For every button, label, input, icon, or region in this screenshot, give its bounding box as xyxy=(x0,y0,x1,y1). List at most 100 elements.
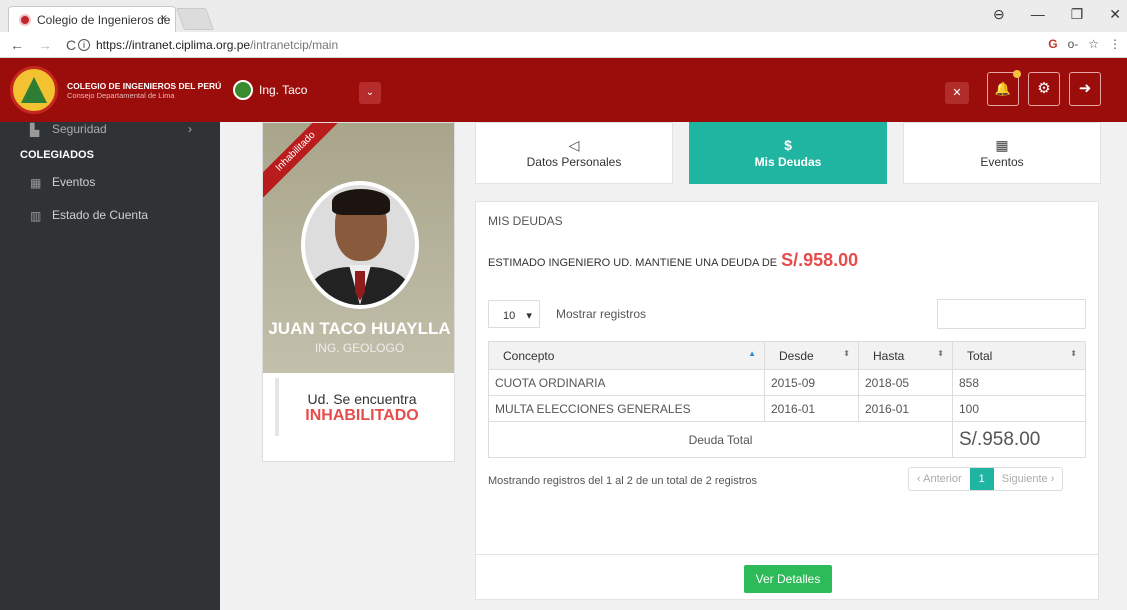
sidebar-section-heading: COLEGIADOS xyxy=(20,149,94,161)
org-name-line2: Consejo Departamental de Lima xyxy=(67,91,175,100)
tab-eventos[interactable]: ▦ Eventos xyxy=(903,122,1101,184)
column-label: Total xyxy=(967,348,993,363)
total-label: Deuda Total xyxy=(488,421,953,458)
dropdown-arrow-icon: ▾ xyxy=(526,310,532,322)
pagination-info: Mostrando registros del 1 al 2 de un tot… xyxy=(488,475,758,487)
new-tab-button[interactable] xyxy=(175,8,215,30)
cell-hasta: 2018-05 xyxy=(858,369,953,396)
column-header-hasta[interactable]: Hasta ⬍ xyxy=(858,341,953,370)
column-label: Desde xyxy=(779,348,814,363)
debts-table: Concepto ▲ Desde ⬍ Hasta ⬍ Total ⬍ CUOTA ORD… xyxy=(488,341,1086,458)
profile-name: JUAN TACO HUAYLLA xyxy=(268,319,451,338)
browser-tab[interactable]: Colegio de Ingenieros de × xyxy=(8,6,176,32)
page-length-value: 10 xyxy=(503,310,516,322)
reload-icon[interactable]: C xyxy=(66,37,76,53)
browser-tab-bar: Colegio de Ingenieros de × ⊖ — ❐ ✕ xyxy=(0,0,1127,32)
maximize-button[interactable]: ❐ xyxy=(1071,6,1084,23)
status-message: Ud. Se encuentra INHABILITADO xyxy=(275,378,445,436)
favicon-icon xyxy=(19,13,31,26)
panel-title: MIS DEUDAS xyxy=(488,214,563,228)
prev-page-button[interactable]: ‹ Anterior xyxy=(909,468,970,490)
close-window-button[interactable]: ✕ xyxy=(1109,6,1121,23)
address-bar: ← → C i https://intranet.ciplima.org.pe/… xyxy=(0,32,1127,58)
cell-concepto: CUOTA ORDINARIA xyxy=(488,369,765,396)
tab-close-icon[interactable]: × xyxy=(160,11,167,25)
org-name: COLEGIO DE INGENIEROS DEL PERÚ Consejo D… xyxy=(67,81,221,101)
address-bar-icons: G o- ☆ ⋮ xyxy=(1048,37,1121,51)
sort-asc-icon: ▲ xyxy=(748,348,756,358)
account-icon[interactable]: ⊖ xyxy=(993,6,1005,23)
debt-message: ESTIMADO INGENIERO UD. MANTIENE UNA DEUD… xyxy=(488,250,858,271)
info-icon[interactable]: i xyxy=(78,39,90,51)
key-icon[interactable]: o- xyxy=(1068,37,1079,51)
total-row: Deuda Total S/.958.00 xyxy=(488,421,1086,458)
column-header-concepto[interactable]: Concepto ▲ xyxy=(488,341,765,370)
bell-icon[interactable]: 🔔 xyxy=(987,70,1021,106)
sidebar-item-seguridad[interactable]: ▙ Seguridad › xyxy=(30,122,192,137)
table-row: CUOTA ORDINARIA 2015-09 2018-05 858 xyxy=(488,369,1086,396)
sort-icon: ⬍ xyxy=(937,348,944,358)
star-icon[interactable]: ☆ xyxy=(1088,37,1099,51)
browser-menu-icon[interactable]: ⋮ xyxy=(1109,37,1121,51)
notification-dot xyxy=(1013,70,1021,78)
megaphone-icon: ◁ xyxy=(568,137,580,153)
minimize-button[interactable]: — xyxy=(1031,6,1045,23)
sidebar-item-label: Estado de Cuenta xyxy=(52,208,149,222)
bar-chart-icon: ▥ xyxy=(30,209,42,223)
user-avatar xyxy=(233,80,253,100)
back-icon[interactable]: ← xyxy=(10,37,24,53)
org-name-line1: COLEGIO DE INGENIEROS DEL PERÚ xyxy=(67,81,222,91)
tab-datos-personales[interactable]: ◁ Datos Personales xyxy=(475,122,673,184)
debt-amount: S/.958.00 xyxy=(781,250,859,270)
ver-detalles-button[interactable]: Ver Detalles xyxy=(744,565,832,593)
table-header-row: Concepto ▲ Desde ⬍ Hasta ⬍ Total ⬍ xyxy=(488,341,1086,370)
gear-icon[interactable]: ⚙ xyxy=(1028,72,1060,106)
url-field[interactable]: i https://intranet.ciplima.org.pe/intran… xyxy=(78,35,1078,55)
tab-label: Datos Personales xyxy=(526,155,622,169)
cell-total: 100 xyxy=(952,395,1086,422)
calendar-icon: ▦ xyxy=(30,176,42,190)
cell-desde: 2015-09 xyxy=(764,369,859,396)
briefcase-icon: ▙ xyxy=(30,123,40,137)
cip-logo[interactable] xyxy=(10,66,58,114)
table-row: MULTA ELECCIONES GENERALES 2016-01 2016-… xyxy=(488,395,1086,422)
logout-icon[interactable]: ➜ xyxy=(1069,72,1101,106)
page-length-select[interactable]: 10 ▾ xyxy=(488,300,540,328)
column-label: Concepto xyxy=(503,348,555,363)
sort-icon: ⬍ xyxy=(843,348,850,358)
forward-icon[interactable]: → xyxy=(38,37,52,53)
next-page-button[interactable]: Siguiente › xyxy=(994,468,1063,490)
sidebar-item-eventos[interactable]: ▦ Eventos xyxy=(30,175,96,190)
nav-buttons: ← → C xyxy=(10,37,76,53)
tab-label: Mis Deudas xyxy=(754,155,822,169)
dollar-icon: $ xyxy=(784,137,792,153)
fullscreen-icon[interactable]: ✕ xyxy=(945,82,969,104)
sidebar-item-label: Eventos xyxy=(52,175,96,189)
calendar-icon: ▦ xyxy=(995,137,1009,153)
window-controls: ⊖ — ❐ ✕ xyxy=(993,6,1121,23)
debt-message-text: ESTIMADO INGENIERO UD. MANTIENE UNA DEUD… xyxy=(488,257,778,269)
page-1-button[interactable]: 1 xyxy=(969,468,994,490)
cell-desde: 2016-01 xyxy=(764,395,859,422)
cell-total: 858 xyxy=(952,369,1086,396)
chevron-down-icon[interactable]: ⌄ xyxy=(359,82,381,104)
profile-photo xyxy=(301,181,419,309)
column-label: Hasta xyxy=(873,348,905,363)
status-line2: INHABILITADO xyxy=(305,407,419,424)
profile-profession: ING. GEOLOGO xyxy=(314,341,405,355)
column-header-total[interactable]: Total ⬍ xyxy=(952,341,1086,370)
pagination: ‹ Anterior 1 Siguiente › xyxy=(908,467,1064,491)
tab-mis-deudas[interactable]: $ Mis Deudas xyxy=(689,122,887,184)
cell-hasta: 2016-01 xyxy=(858,395,953,422)
sidebar-item-label: Seguridad xyxy=(52,122,107,136)
sort-icon: ⬍ xyxy=(1070,348,1077,358)
sidebar-item-estado-de-cuenta[interactable]: ▥ Estado de Cuenta xyxy=(30,208,149,223)
sidebar: ▙ Seguridad › COLEGIADOS ▦ Eventos ▥ Est… xyxy=(0,122,220,610)
user-name: Ing. Taco xyxy=(259,83,308,97)
url-host: https://intranet.ciplima.org.pe xyxy=(96,38,251,52)
search-input[interactable] xyxy=(937,299,1086,329)
page-length-label: Mostrar registros xyxy=(556,307,647,321)
user-menu[interactable]: Ing. Taco xyxy=(233,80,307,100)
column-header-desde[interactable]: Desde ⬍ xyxy=(764,341,859,370)
extension-icon[interactable]: G xyxy=(1048,37,1057,51)
